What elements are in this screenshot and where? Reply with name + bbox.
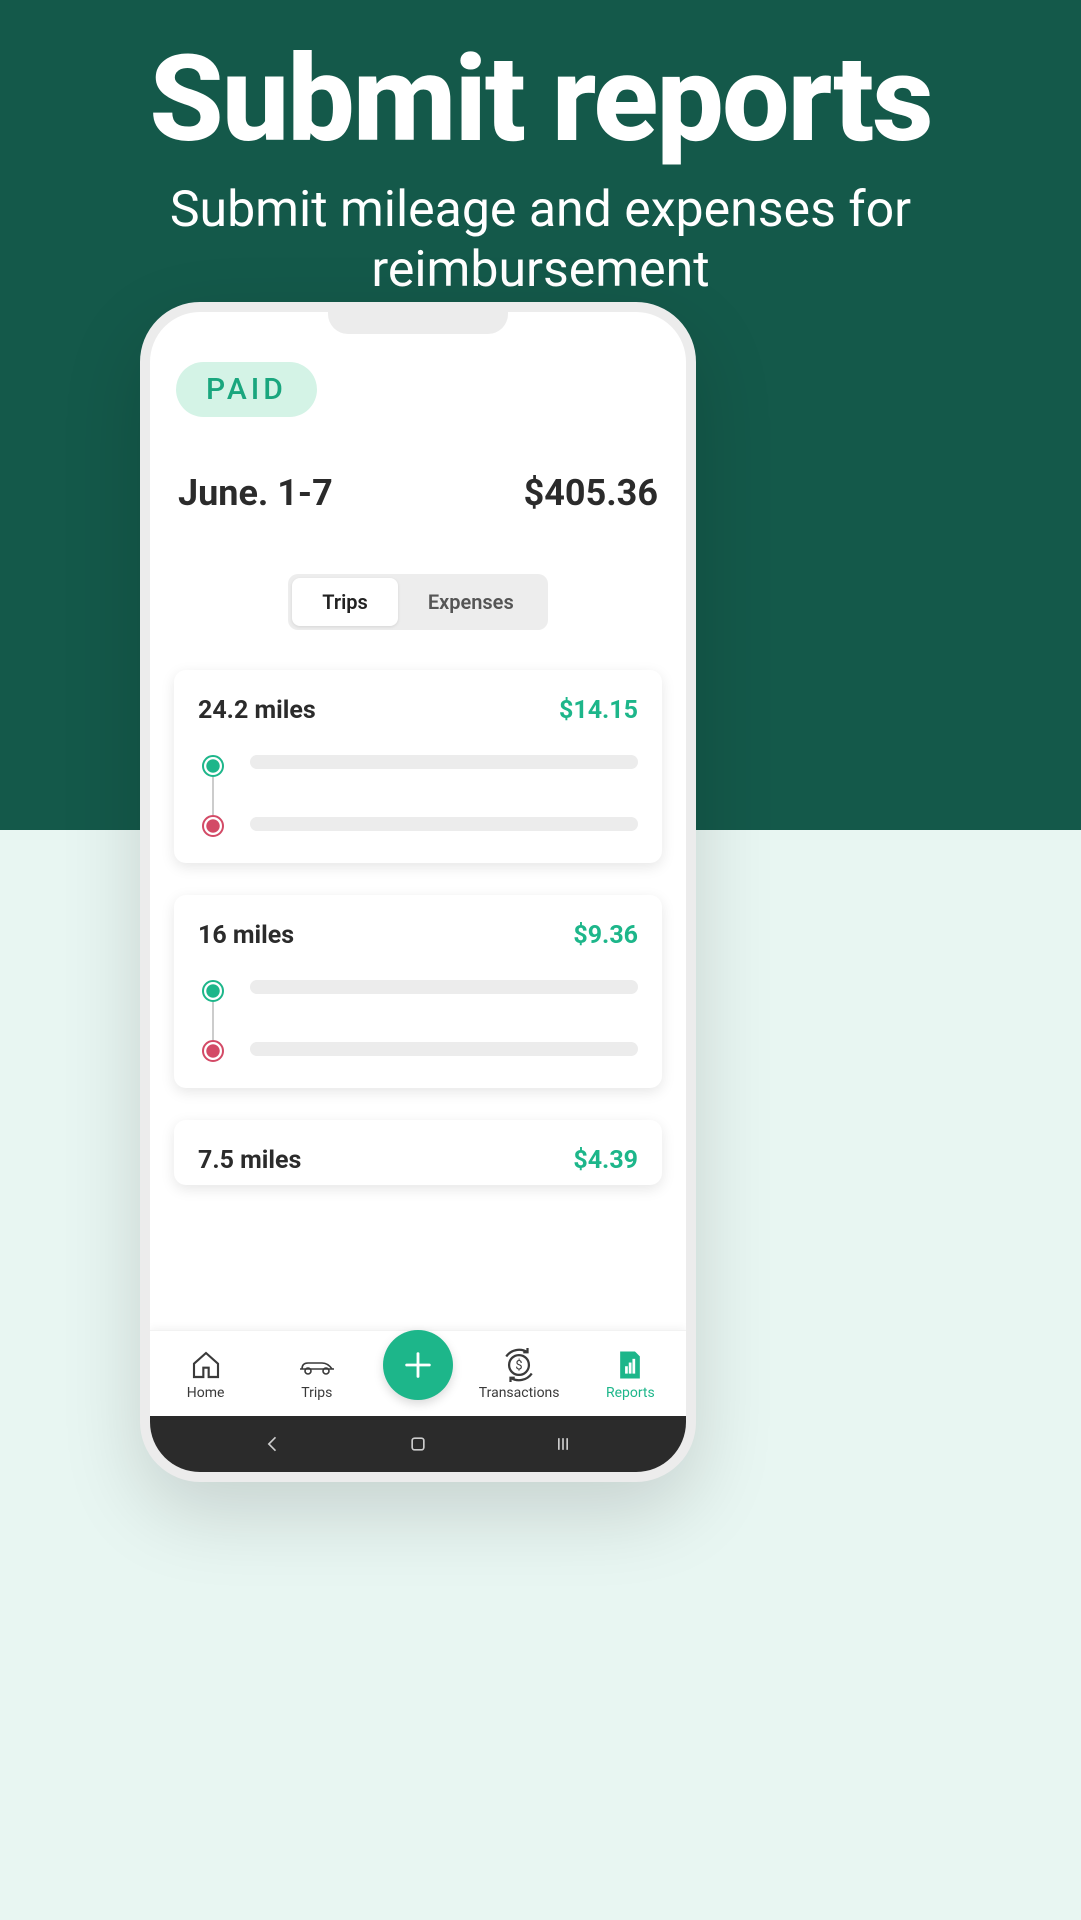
trip-route bbox=[198, 755, 638, 837]
segmented-control: Trips Expenses bbox=[174, 574, 662, 630]
tab-trips[interactable]: Trips bbox=[292, 578, 398, 626]
trip-amount: $4.39 bbox=[573, 1146, 638, 1175]
tab-expenses[interactable]: Expenses bbox=[398, 578, 544, 626]
nav-label: Trips bbox=[301, 1385, 332, 1401]
address-placeholder bbox=[250, 817, 638, 831]
route-start-icon bbox=[202, 980, 224, 1002]
address-placeholder bbox=[250, 980, 638, 994]
route-end-icon bbox=[202, 1040, 224, 1062]
address-placeholder bbox=[250, 1042, 638, 1056]
android-recent-icon[interactable] bbox=[553, 1434, 573, 1454]
nav-label: Home bbox=[187, 1385, 225, 1401]
promo-header: Submit reports Submit mileage and expens… bbox=[0, 30, 1081, 300]
route-line-icon bbox=[212, 1002, 214, 1040]
bottom-nav: Home Trips bbox=[150, 1330, 686, 1416]
nav-reports[interactable]: Reports bbox=[585, 1347, 675, 1401]
phone-frame: PAID June. 1-7 $405.36 Trips Expenses 24… bbox=[140, 302, 696, 1482]
route-end-icon bbox=[202, 815, 224, 837]
promo-subtitle: Submit mileage and expenses for reimburs… bbox=[0, 180, 1081, 300]
trip-card[interactable]: 16 miles $9.36 bbox=[174, 895, 662, 1088]
app-content: PAID June. 1-7 $405.36 Trips Expenses 24… bbox=[150, 312, 686, 1330]
home-icon bbox=[190, 1347, 222, 1383]
car-icon bbox=[298, 1347, 336, 1383]
nav-transactions[interactable]: $ Transactions bbox=[474, 1347, 564, 1401]
trip-card[interactable]: 7.5 miles $4.39 bbox=[174, 1120, 662, 1185]
reports-icon bbox=[615, 1347, 645, 1383]
route-start-icon bbox=[202, 755, 224, 777]
nav-label: Transactions bbox=[479, 1385, 560, 1401]
trip-amount: $9.36 bbox=[573, 921, 638, 950]
report-date-range: June. 1-7 bbox=[178, 472, 333, 514]
trip-miles: 7.5 miles bbox=[198, 1146, 301, 1175]
status-badge: PAID bbox=[176, 362, 317, 417]
trip-miles: 16 miles bbox=[198, 921, 294, 950]
route-line-icon bbox=[212, 777, 214, 815]
nav-home[interactable]: Home bbox=[161, 1347, 251, 1401]
trip-miles: 24.2 miles bbox=[198, 696, 316, 725]
android-nav-bar bbox=[150, 1416, 686, 1472]
report-total-amount: $405.36 bbox=[524, 472, 658, 514]
add-button[interactable] bbox=[383, 1330, 453, 1400]
trip-route bbox=[198, 980, 638, 1062]
plus-icon bbox=[401, 1348, 435, 1382]
trip-card[interactable]: 24.2 miles $14.15 bbox=[174, 670, 662, 863]
android-back-icon[interactable] bbox=[263, 1434, 283, 1454]
transactions-icon: $ bbox=[502, 1347, 536, 1383]
nav-label: Reports bbox=[606, 1385, 655, 1401]
trip-amount: $14.15 bbox=[559, 696, 638, 725]
app-screen: PAID June. 1-7 $405.36 Trips Expenses 24… bbox=[150, 312, 686, 1472]
nav-trips[interactable]: Trips bbox=[272, 1347, 362, 1401]
address-placeholder bbox=[250, 755, 638, 769]
report-summary: June. 1-7 $405.36 bbox=[174, 472, 662, 514]
promo-title: Submit reports bbox=[0, 30, 1081, 170]
android-home-icon[interactable] bbox=[408, 1434, 428, 1454]
trip-list: 24.2 miles $14.15 bbox=[174, 670, 662, 1185]
svg-text:$: $ bbox=[516, 1358, 523, 1373]
